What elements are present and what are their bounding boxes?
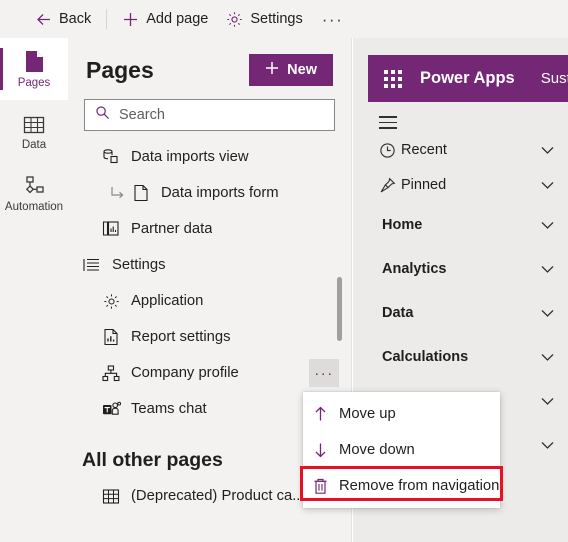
clock-icon [379,142,401,159]
preview-group-label: Data [382,305,414,322]
tree-item-label: (Deprecated) Product ca... [131,488,305,504]
pin-icon [379,177,401,194]
page-title: Pages [86,56,154,83]
search-box[interactable] [84,99,335,131]
chevron-down-icon[interactable] [538,265,556,274]
plus-icon [265,61,279,79]
gear-icon [101,292,121,310]
menu-item-label: Move down [339,442,415,458]
tree-item-application[interactable]: Application [68,283,351,319]
preview-group-label: Home [382,217,423,234]
tree-item-label: Teams chat [131,401,207,417]
rail-label-data: Data [21,138,47,151]
tree-item-label: Application [131,293,204,309]
search-container [68,86,351,131]
chevron-down-icon[interactable] [538,221,556,230]
app-root: Back Add page Settings ··· Pages Data Au… [0,0,568,542]
menu-item-move-down[interactable]: Move down [303,432,500,468]
report-icon [101,328,121,346]
view-icon [101,148,121,166]
preview-nav-pinned[interactable]: Pinned [368,168,568,203]
preview-nav-recent[interactable]: Recent [368,133,568,168]
dashboard-icon [101,220,121,238]
page-icon [24,50,45,73]
arrow-down-icon [313,442,339,458]
settings-label: Settings [250,11,303,27]
add-page-label: Add page [146,11,209,27]
back-label: Back [59,11,92,27]
tree-item-label: Data imports view [131,149,249,165]
new-page-label: New [287,62,317,78]
plus-icon [122,11,139,28]
tree-item-label: Company profile [131,365,239,381]
preview-app-header: Power Apps Susta [368,55,568,102]
chevron-down-icon[interactable] [538,309,556,318]
chevron-down-icon[interactable] [538,353,556,362]
preview-nav-label: Recent [401,142,447,159]
subitem-arrow-icon [110,186,127,200]
form-page-icon [131,184,151,202]
chevron-down-icon[interactable] [538,441,556,450]
chevron-down-icon[interactable] [538,397,556,406]
tree-item-report-settings[interactable]: Report settings [68,319,351,355]
preview-nav-label: Pinned [401,177,447,194]
rail-item-automation[interactable]: Automation [0,162,68,224]
rail-label-pages: Pages [17,76,51,89]
chevron-down-icon[interactable] [538,146,556,155]
trash-icon [313,478,339,495]
table-icon [23,112,45,135]
tree-item-label: Data imports form [161,185,279,201]
chevron-down-icon[interactable] [538,181,556,190]
menu-item-label: Remove from navigation [339,478,500,494]
tree-group-label: Settings [112,257,166,273]
rail-item-data[interactable]: Data [0,100,68,162]
automation-icon [23,174,46,197]
gear-icon [226,11,243,28]
menu-item-move-up[interactable]: Move up [303,396,500,432]
rail-item-pages[interactable]: Pages [0,38,68,100]
pages-panel-scrollbar[interactable] [337,277,342,341]
rail-label-automation: Automation [4,200,64,213]
preview-app-title: Power Apps [420,69,515,87]
group-list-icon [82,256,102,274]
preview-group-analytics[interactable]: Analytics [368,252,568,287]
toolbar-divider [106,9,108,29]
new-page-button[interactable]: New [249,54,333,86]
tree-item-data-imports-view[interactable]: Data imports view [68,139,351,175]
arrow-up-icon [313,406,339,422]
waffle-icon[interactable] [384,69,402,88]
preview-group-home[interactable]: Home [368,208,568,243]
preview-group-data[interactable]: Data [368,296,568,331]
pages-panel-header: Pages New [68,38,351,86]
add-page-button[interactable]: Add page [113,4,217,34]
preview-group-label: Calculations [382,349,469,366]
teams-icon [101,400,121,418]
search-icon [95,105,110,125]
hamburger-icon[interactable] [368,102,568,129]
table-icon [101,487,121,505]
left-rail: Pages Data Automation [0,38,68,542]
tree-item-label: Report settings [131,329,231,345]
preview-group-label: Analytics [382,261,447,278]
arrow-left-icon [35,11,52,28]
tree-item-company-profile[interactable]: Company profile ··· [68,355,351,391]
back-button[interactable]: Back [26,4,100,34]
tree-item-data-imports-form[interactable]: Data imports form [68,175,351,211]
tree-item-label: Partner data [131,221,213,237]
tree-item-partner-data[interactable]: Partner data [68,211,351,247]
preview-group-calculations[interactable]: Calculations [368,340,568,375]
command-bar: Back Add page Settings ··· [0,0,568,38]
overflow-menu-button[interactable]: ··· [312,11,353,28]
row-overflow-button[interactable]: ··· [309,359,339,387]
sitemap-icon [101,364,121,382]
context-menu: Move up Move down Remove from navigation [303,392,500,508]
menu-item-label: Move up [339,406,396,422]
search-input[interactable] [119,107,324,123]
settings-button[interactable]: Settings [217,4,311,34]
preview-app-subtitle: Susta [540,70,568,87]
tree-group-settings[interactable]: Settings [68,247,351,283]
menu-item-remove-from-navigation[interactable]: Remove from navigation [303,468,500,504]
